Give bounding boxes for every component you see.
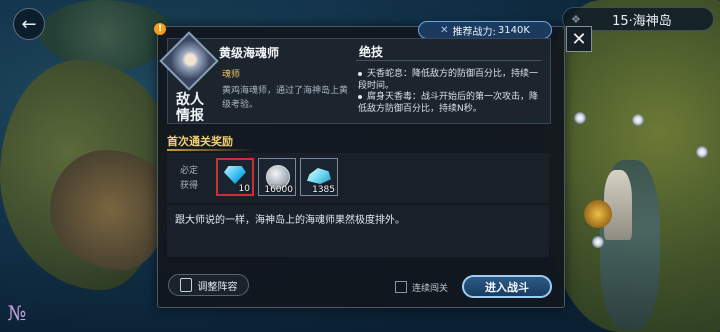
treasure-chest-icon[interactable] [584, 200, 612, 228]
story-dialogue: 跟大师说的一样，海神岛上的海魂师果然极度排外。 [167, 205, 549, 257]
auto-battle-label[interactable]: 连续闯关 [412, 281, 448, 294]
back-arrow-icon: ← [21, 13, 37, 35]
alert-icon: ! [154, 23, 166, 35]
divider [167, 149, 255, 151]
enemy-description: 黄鸡海魂师，通过了海神岛上黄级考验。 [222, 86, 349, 110]
map-node[interactable] [592, 236, 604, 248]
skill-item: 天香蛇息：降低敌方的防御百分比，持续一段时间。 [358, 69, 539, 91]
power-label: 推荐战力: [452, 26, 496, 38]
enemy-name: 黄级海魂师 [219, 46, 280, 60]
map-node[interactable] [696, 146, 708, 158]
enemy-class: 魂师 [222, 70, 241, 80]
recommended-power-badge: ✕ 推荐战力: 3140K [418, 21, 552, 39]
item-quantity: 10 [238, 184, 250, 194]
bullet-icon [358, 71, 362, 76]
crystal-icon [307, 168, 331, 184]
enter-battle-button[interactable]: 进入战斗 [462, 275, 552, 298]
reward-title: 首次通关奖励 [167, 135, 233, 148]
chapter-label: 15·海神岛 [612, 13, 672, 29]
skills-title: 绝技 [359, 45, 384, 59]
enter-battle-label: 进入战斗 [485, 280, 529, 294]
lineup-icon [179, 278, 192, 292]
back-button[interactable]: ← [13, 8, 45, 40]
island [40, 0, 170, 70]
game-logo: № [7, 301, 27, 325]
item-quantity: 16000 [264, 185, 293, 195]
diamond-icon [224, 166, 246, 184]
map-node[interactable] [574, 112, 586, 124]
adjust-lineup-label: 调整阵容 [197, 281, 238, 293]
adjust-lineup-button[interactable]: 调整阵容 [168, 274, 249, 296]
close-button[interactable]: ✕ [566, 26, 592, 52]
reward-guaranteed-label: 必定获得 [179, 166, 198, 191]
power-value: 3140K [497, 24, 530, 36]
ornament-icon: ❖ [571, 12, 581, 26]
close-icon: ✕ [571, 28, 587, 50]
item-quantity: 1385 [312, 185, 335, 195]
divider [356, 60, 542, 61]
reward-item[interactable]: 10 [216, 158, 254, 196]
reward-item[interactable]: 1385 [300, 158, 338, 196]
reward-item[interactable]: 16000 [258, 158, 296, 196]
enemy-info-tag: 敌人情报 [176, 92, 204, 124]
map-node[interactable] [632, 114, 644, 126]
skill-item: 腐身天香毒：战斗开始后的第一次攻击，降低敌方防御百分比，持续N秒。 [358, 92, 539, 114]
swords-icon: ✕ [440, 24, 449, 36]
bullet-icon [358, 94, 362, 99]
auto-battle-checkbox[interactable] [395, 281, 407, 293]
